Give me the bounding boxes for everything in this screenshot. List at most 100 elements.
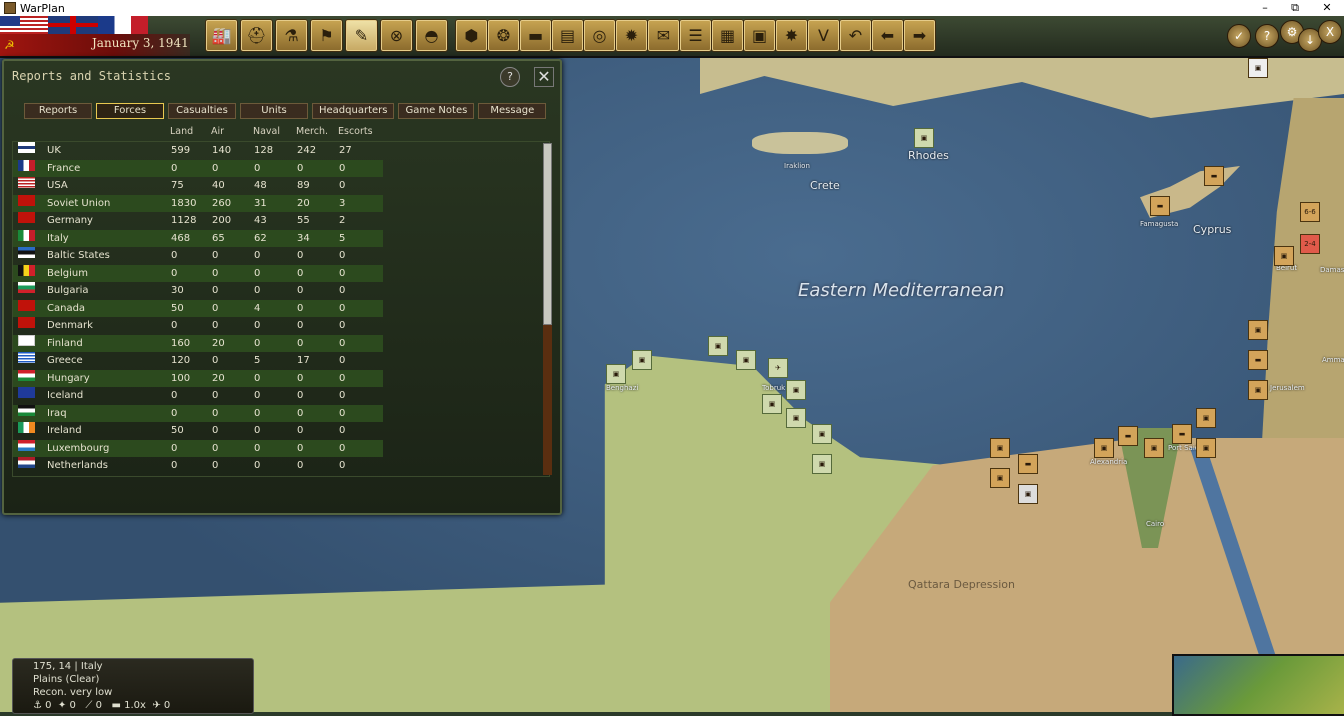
unit-counter[interactable]: 2-4 <box>1300 234 1320 254</box>
unit-counter[interactable]: ▣ <box>1248 58 1268 78</box>
victory-toggle-button[interactable]: V <box>807 19 840 52</box>
unit-counter[interactable]: ▬ <box>1118 426 1138 446</box>
table-row[interactable]: Baltic States 0 0 0 0 0 <box>13 247 383 264</box>
unit-counter[interactable]: ▣ <box>708 336 728 356</box>
close-window-button[interactable]: ✕ <box>1310 0 1344 16</box>
unit-counter[interactable]: ▣ <box>812 424 832 444</box>
app-icon <box>4 2 16 14</box>
unit-counter[interactable]: ▣ <box>1196 408 1216 428</box>
production-button[interactable]: 🏭 <box>205 19 238 52</box>
panel-close-button[interactable]: ✕ <box>534 67 554 87</box>
combat-toggle-button[interactable]: ✸ <box>775 19 808 52</box>
cities-toggle-button[interactable]: ❂ <box>487 19 520 52</box>
reports-button[interactable]: ✎ <box>345 19 378 52</box>
hex-recon: Recon. very low <box>33 687 113 698</box>
previous-unit-button[interactable]: ⬅ <box>871 19 904 52</box>
unit-counter[interactable]: ▬ <box>1204 166 1224 186</box>
maximize-button[interactable]: ⧉ <box>1278 0 1312 16</box>
unit-counter[interactable]: ▬ <box>1150 196 1170 216</box>
table-row[interactable]: Germany 1128 200 43 55 2 <box>13 212 383 229</box>
tab-casualties[interactable]: Casualties <box>168 103 236 119</box>
unit-counter[interactable]: ▬ <box>1018 454 1038 474</box>
country-name: Italy <box>47 232 69 244</box>
tab-game-notes[interactable]: Game Notes <box>398 103 475 119</box>
unit-counter[interactable]: ▣ <box>762 394 782 414</box>
table-row[interactable]: Belgium 0 0 0 0 0 <box>13 264 383 282</box>
table-scrollbar[interactable] <box>543 143 552 475</box>
table-row[interactable]: UK 599 140 128 242 27 <box>13 142 383 159</box>
unit-counter[interactable]: ▣ <box>1144 438 1164 458</box>
diplomacy-button[interactable]: ⚑ <box>310 19 343 52</box>
unit-toggle-button[interactable]: ▬ <box>519 19 552 52</box>
table-row[interactable]: Luxembourg 0 0 0 0 0 <box>13 439 383 457</box>
unit-counter[interactable]: ✈ <box>768 358 788 378</box>
table-row[interactable]: Bulgaria 30 0 0 0 0 <box>13 282 383 299</box>
cell-escorts: 0 <box>339 390 346 401</box>
minimize-button[interactable]: – <box>1248 0 1282 16</box>
undo-button[interactable]: ↶ <box>839 19 872 52</box>
tech-button[interactable]: ⚗ <box>275 19 308 52</box>
supply-toggle-button[interactable]: ▤ <box>551 19 584 52</box>
unit-counter[interactable]: ▣ <box>1274 246 1294 266</box>
unit-counter[interactable]: ▣ <box>1018 484 1038 504</box>
table-row[interactable]: Italy 468 65 62 34 5 <box>13 229 383 247</box>
research-button[interactable]: ⛑ <box>240 19 273 52</box>
unit-counter[interactable]: ▣ <box>736 350 756 370</box>
table-row[interactable]: Denmark 0 0 0 0 0 <box>13 317 383 334</box>
tab-headquarters[interactable]: Headquarters <box>312 103 395 119</box>
table-row[interactable]: Iraq 0 0 0 0 0 <box>13 404 383 422</box>
unit-counter[interactable]: ▬ <box>1248 350 1268 370</box>
minimap[interactable] <box>1172 654 1344 716</box>
country-name: Netherlands <box>47 460 108 471</box>
recon-button[interactable]: ⊗ <box>380 19 413 52</box>
unit-counter[interactable]: ▣ <box>1248 320 1268 340</box>
usa-flag-icon <box>0 16 48 34</box>
tab-reports[interactable]: Reports <box>24 103 92 119</box>
scrollbar-thumb[interactable] <box>543 143 552 325</box>
table-row[interactable]: Canada 50 0 4 0 0 <box>13 299 383 317</box>
tab-message[interactable]: Message <box>478 103 547 119</box>
table-row[interactable]: Iceland 0 0 0 0 0 <box>13 387 383 404</box>
panel-help-button[interactable]: ? <box>500 67 520 87</box>
unit-counter[interactable]: ▣ <box>990 468 1010 488</box>
table-row[interactable]: Finland 160 20 0 0 0 <box>13 334 383 352</box>
unit-counter[interactable]: ▣ <box>786 380 806 400</box>
grid-toggle-button[interactable]: ▦ <box>711 19 744 52</box>
unit-counter[interactable]: ▣ <box>786 408 806 428</box>
unit-counter[interactable]: ▣ <box>990 438 1010 458</box>
unit-counter[interactable]: ▣ <box>1094 438 1114 458</box>
help-button[interactable]: ? <box>1255 24 1279 48</box>
table-row[interactable]: USA 75 40 48 89 0 <box>13 177 383 194</box>
table-row[interactable]: France 0 0 0 0 0 <box>13 159 383 177</box>
next-unit-button[interactable]: ➡ <box>903 19 936 52</box>
messages-toggle-button[interactable]: ✉ <box>647 19 680 52</box>
unit-counter[interactable]: 6-6 <box>1300 202 1320 222</box>
exit-button[interactable]: X <box>1318 20 1342 44</box>
cell-merch: 55 <box>297 215 310 226</box>
tab-forces[interactable]: Forces <box>96 103 164 119</box>
table-row[interactable]: Soviet Union 1830 260 31 20 3 <box>13 194 383 212</box>
unit-counter[interactable]: ▣ <box>914 128 934 148</box>
table-row[interactable]: Ireland 50 0 0 0 0 <box>13 422 383 439</box>
unit-counter[interactable]: ▬ <box>1172 424 1192 444</box>
table-row[interactable]: Hungary 100 20 0 0 0 <box>13 369 383 387</box>
border-toggle-button[interactable]: ▣ <box>743 19 776 52</box>
stat-bomb: 0 <box>69 700 76 711</box>
table-row[interactable]: Netherlands 0 0 0 0 0 <box>13 457 383 474</box>
cell-merch: 0 <box>297 250 304 261</box>
target-toggle-button[interactable]: ◎ <box>583 19 616 52</box>
tab-units[interactable]: Units <box>240 103 308 119</box>
terrain-toggle-button[interactable]: ⬢ <box>455 19 488 52</box>
weather-toggle-button[interactable]: ✹ <box>615 19 648 52</box>
unit-counter[interactable]: ▣ <box>606 364 626 384</box>
unit-counter[interactable]: ▣ <box>1248 380 1268 400</box>
units-button[interactable]: ◓ <box>415 19 448 52</box>
table-row[interactable]: Greece 120 0 5 17 0 <box>13 352 383 369</box>
unit-counter[interactable]: ▣ <box>812 454 832 474</box>
rail-toggle-button[interactable]: ☰ <box>679 19 712 52</box>
country-name: Iceland <box>47 390 84 401</box>
cell-air: 200 <box>212 215 232 226</box>
unit-counter[interactable]: ▣ <box>632 350 652 370</box>
end-turn-button[interactable]: ✓ <box>1227 24 1251 48</box>
unit-counter[interactable]: ▣ <box>1196 438 1216 458</box>
